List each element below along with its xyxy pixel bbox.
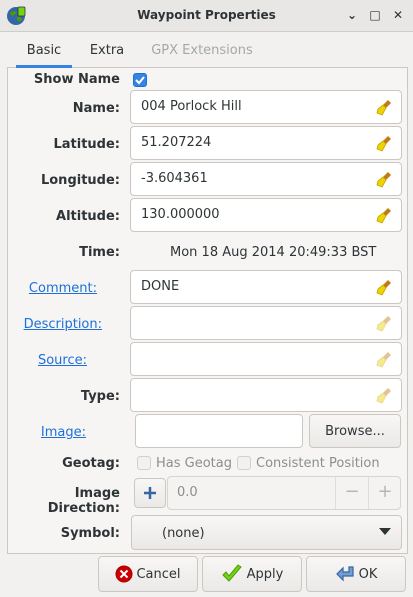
comment-link[interactable]: Comment: [20,281,97,296]
image-direction-value: 0.0 [177,485,198,500]
longitude-value: -3.604361 [141,171,208,186]
type-field[interactable] [130,378,402,412]
image-link[interactable]: Image: [20,425,86,440]
apply-check-icon [221,564,242,582]
ok-label: OK [358,566,378,582]
apply-label: Apply [246,566,284,582]
browse-button[interactable]: Browse... [309,414,401,448]
altitude-value: 130.000000 [141,207,220,222]
comment-field[interactable]: DONE [130,270,402,304]
close-button[interactable]: ✕ [391,8,405,22]
add-direction-button[interactable] [134,478,166,508]
source-link[interactable]: Source: [20,353,87,368]
tab-basic[interactable]: Basic [16,38,72,68]
time-label: Time: [79,245,120,260]
has-geotag-label: Has Geotag [156,456,232,471]
image-direction-spinbutton: 0.0 − + [167,476,401,510]
broom-clear-icon[interactable] [375,350,395,370]
source-field[interactable] [130,342,402,376]
time-value: Mon 18 Aug 2014 20:49:33 BST [170,245,377,260]
name-field[interactable]: 004 Porlock Hill [130,90,402,124]
tab-gpx-extensions: GPX Extensions [151,43,253,58]
symbol-label: Symbol: [60,526,120,541]
chevron-down-icon [379,528,391,535]
altitude-field[interactable]: 130.000000 [130,198,402,232]
broom-clear-icon[interactable] [375,170,395,190]
show-name-label: Show Name [33,72,120,87]
type-label: Type: [80,389,120,404]
broom-clear-icon[interactable] [375,98,395,118]
broom-clear-icon[interactable] [375,206,395,226]
show-name-checkbox[interactable] [133,73,147,87]
has-geotag-checkbox [137,456,151,470]
cancel-button[interactable]: Cancel [98,556,198,592]
latitude-field[interactable]: 51.207224 [130,126,402,160]
minimize-button[interactable]: ⌄ [345,8,359,22]
title-bar: Waypoint Properties ⌄ □ ✕ [0,0,413,32]
ok-button[interactable]: OK [306,556,406,592]
broom-clear-icon[interactable] [375,134,395,154]
latitude-value: 51.207224 [141,135,212,150]
tab-extra[interactable]: Extra [80,38,134,68]
spin-plus-button: + [377,481,393,502]
plus-icon [144,487,156,499]
maximize-button[interactable]: □ [368,8,382,22]
description-link[interactable]: Description: [20,317,102,332]
latitude-label: Latitude: [53,137,120,152]
ok-arrow-icon [335,566,354,582]
comment-value: DONE [141,279,180,294]
geotag-label: Geotag: [62,456,120,471]
description-field[interactable] [130,306,402,340]
broom-clear-icon[interactable] [375,314,395,334]
broom-clear-icon[interactable] [375,386,395,406]
image-direction-label: Image Direction: [47,486,120,516]
consistent-position-label: Consistent Position [256,456,380,471]
longitude-label: Longitude: [40,173,120,188]
altitude-label: Altitude: [56,209,120,224]
consistent-position-checkbox [237,456,251,470]
checkmark-icon [135,76,145,85]
longitude-field[interactable]: -3.604361 [130,162,402,196]
apply-button[interactable]: Apply [202,556,302,592]
broom-clear-icon[interactable] [375,278,395,298]
image-field[interactable] [135,414,303,448]
symbol-value: (none) [162,526,205,541]
name-label: Name: [72,101,120,116]
cancel-label: Cancel [136,566,181,582]
cancel-icon [115,565,133,583]
spin-minus-button: − [344,481,360,502]
name-value: 004 Porlock Hill [141,99,242,114]
symbol-combobox[interactable]: (none) [131,515,402,550]
